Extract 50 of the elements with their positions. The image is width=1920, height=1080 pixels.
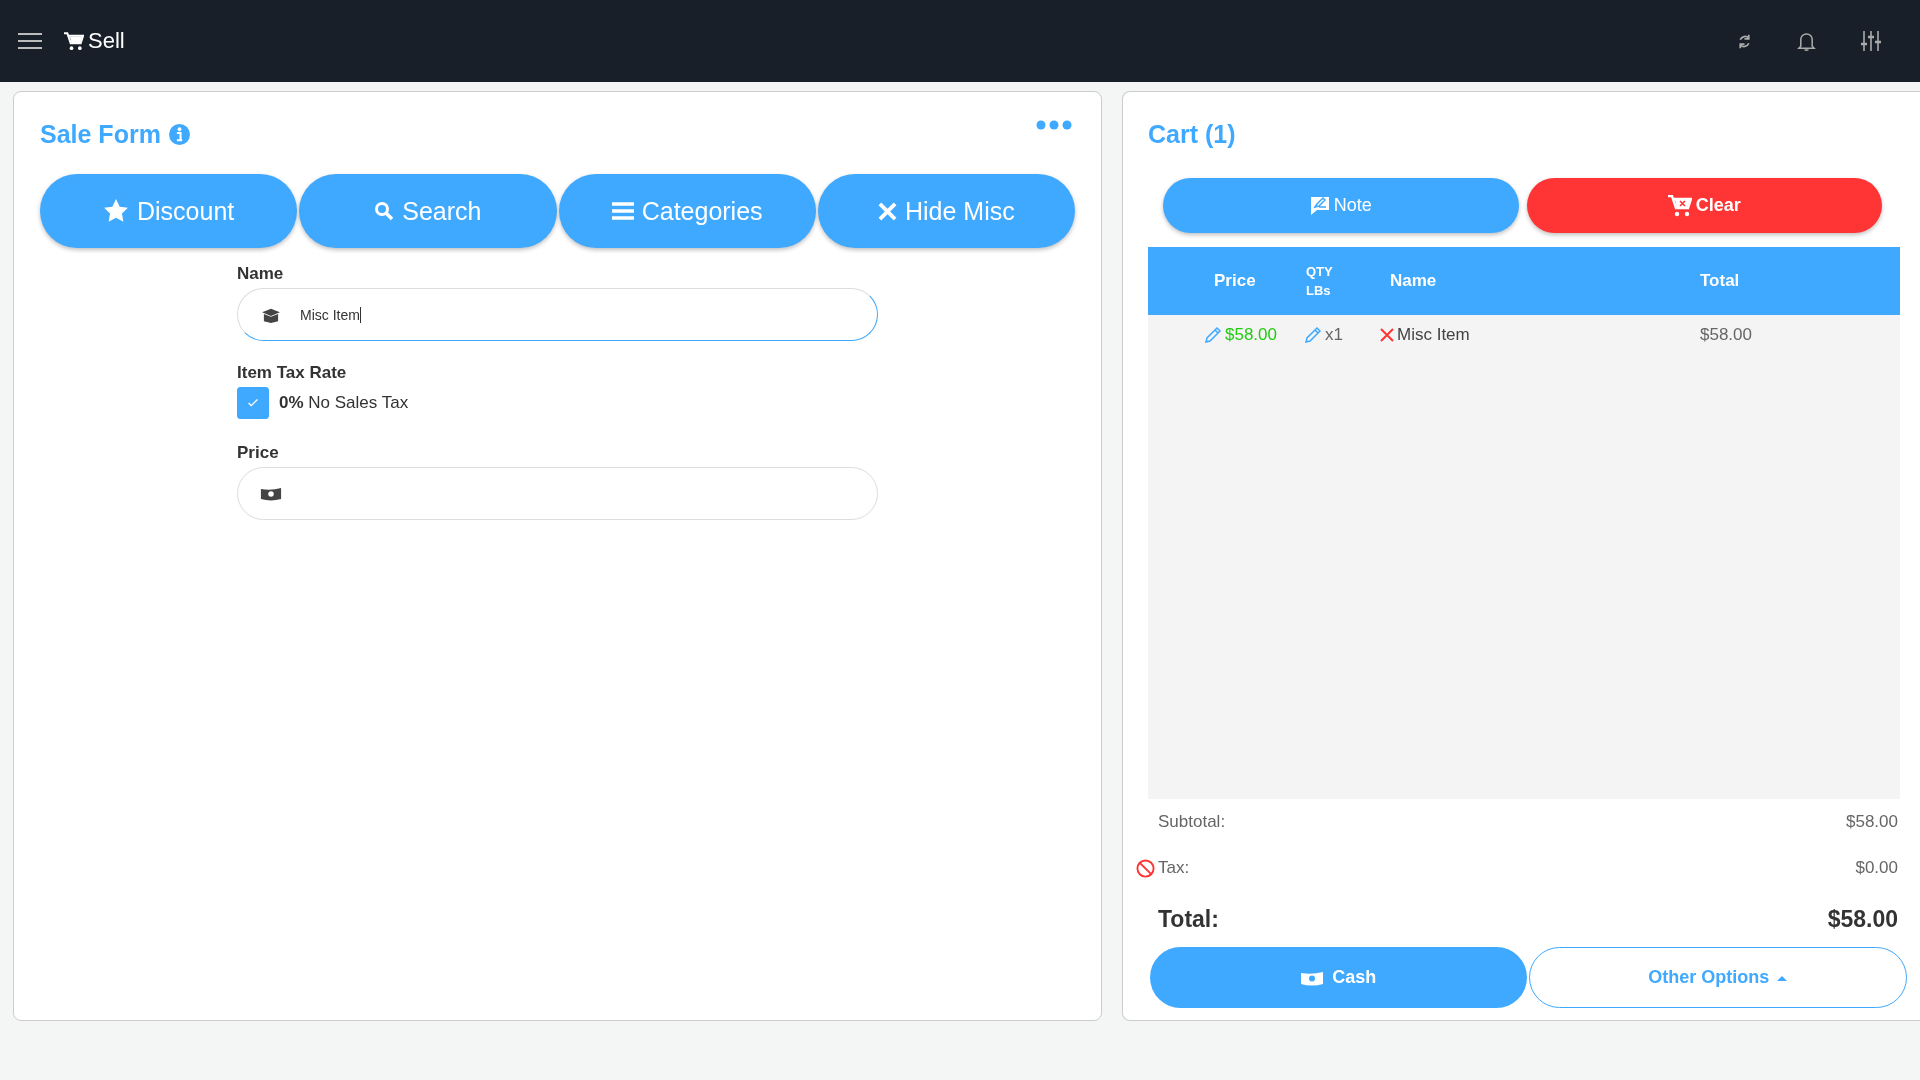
hide-misc-button[interactable]: Hide Misc [817, 174, 1075, 248]
checkbox-label: 0% No Sales Tax [279, 393, 409, 413]
discount-button[interactable]: Discount [40, 174, 298, 248]
sliders-icon[interactable] [1860, 30, 1882, 52]
cash-button[interactable]: Cash [1150, 947, 1527, 1008]
edit-icon[interactable] [1204, 326, 1222, 344]
categories-button[interactable]: Categories [558, 174, 816, 248]
checkbox[interactable] [237, 387, 269, 419]
clear-button[interactable]: Clear [1526, 178, 1882, 233]
refresh-icon[interactable] [1736, 32, 1753, 50]
bell-icon[interactable] [1797, 30, 1816, 52]
column-header: QTY LBs [1305, 263, 1334, 300]
other-options-button[interactable]: Other Options [1528, 947, 1907, 1008]
search-button[interactable]: Search [299, 174, 557, 248]
page-title: Sell [88, 28, 125, 54]
field-label: Name [237, 264, 285, 284]
column-header: Price [1213, 271, 1257, 291]
note-icon [1309, 195, 1330, 216]
field-label: Price [237, 443, 280, 463]
search-icon [374, 201, 395, 221]
star-icon [103, 198, 129, 224]
panel-title: Sale Form [40, 119, 161, 149]
note-button[interactable]: Note [1163, 178, 1519, 233]
summary-label: Tax: [1158, 858, 1190, 878]
cart-icon [64, 31, 84, 51]
total-label: Total: [1158, 905, 1219, 933]
column-header: Total [1700, 271, 1741, 291]
prohibited-icon[interactable] [1136, 858, 1155, 878]
field-label: Item Tax Rate [237, 363, 348, 383]
table-cell: $58.00 [1700, 325, 1752, 345]
edit-icon[interactable] [1304, 326, 1322, 344]
total-value: $58.00 [1827, 905, 1898, 933]
cart-icon [1667, 194, 1692, 217]
remove-icon[interactable] [1380, 328, 1394, 342]
info-icon[interactable] [168, 123, 190, 145]
table-cell: Misc Item [1397, 325, 1470, 345]
banknote-icon [1300, 969, 1325, 986]
banknote-icon [260, 486, 282, 501]
summary-label: Subtotal: [1158, 812, 1226, 832]
list-icon [611, 201, 634, 221]
more-icon[interactable] [1036, 120, 1072, 130]
table-cell: $58.00 [1225, 325, 1277, 345]
column-header: Name [1390, 271, 1438, 291]
table-cell: x1 [1325, 325, 1343, 345]
caret-icon [1777, 974, 1788, 981]
panel-title: Cart (1) [1148, 119, 1236, 149]
summary-value: $0.00 [1855, 858, 1898, 878]
close-icon [878, 201, 897, 221]
menu-icon[interactable] [18, 32, 42, 50]
summary-value: $58.00 [1846, 812, 1898, 832]
